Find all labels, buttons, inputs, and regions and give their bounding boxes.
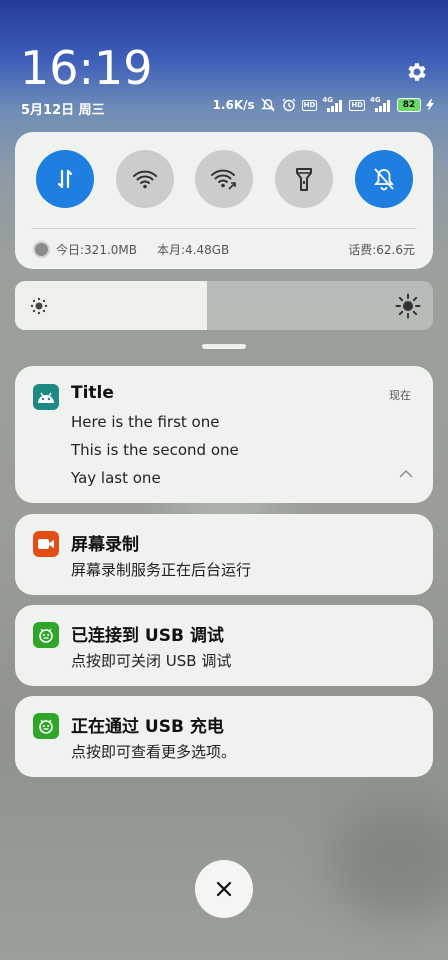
brightness-high-icon	[395, 293, 421, 319]
sim-indicator-icon	[33, 240, 50, 258]
alarm-icon	[282, 98, 296, 112]
notification-line: This is the second one	[71, 441, 239, 459]
notification-line: Yay last one	[71, 469, 161, 487]
battery-level: 82	[397, 98, 421, 112]
wifi-toggle[interactable]	[116, 150, 174, 208]
flashlight-icon	[296, 168, 312, 191]
hd-badge: HD	[349, 99, 365, 111]
brightness-low-icon	[30, 297, 48, 315]
notification-card[interactable]: 已连接到 USB 调试 点按即可关闭 USB 调试	[15, 605, 433, 686]
notification-text: 屏幕录制服务正在后台运行	[71, 561, 252, 579]
phone-balance: 话费:62.6元	[348, 242, 415, 257]
data-transfer-icon	[57, 169, 73, 189]
hd-badge: HD	[301, 99, 318, 111]
brightness-slider[interactable]	[15, 281, 433, 330]
notification-time: 现在	[389, 389, 411, 402]
charging-bolt-icon	[426, 99, 434, 111]
notification-title: 正在通过 USB 充电	[71, 717, 224, 737]
mute-toggle[interactable]	[355, 150, 413, 208]
notification-text: 点按即可关闭 USB 调试	[71, 652, 232, 670]
data-today: 今日:321.0MB	[56, 242, 137, 257]
data-month: 本月:4.48GB	[156, 242, 230, 257]
bell-off-icon	[374, 168, 394, 191]
drag-handle[interactable]	[202, 344, 246, 349]
video-camera-icon	[33, 531, 59, 557]
android-bug-icon	[33, 622, 59, 648]
settings-gear-icon[interactable]	[404, 60, 428, 84]
signal-icon: 4G	[322, 96, 344, 112]
signal-icon: 4G	[370, 96, 392, 112]
android-icon	[33, 384, 59, 410]
notification-card[interactable]: Title 现在 Here is the first one This is t…	[15, 366, 433, 503]
data-usage-row[interactable]: 今日:321.0MB 本月:4.48GB 话费:62.6元	[33, 239, 415, 259]
status-bar: 1.6K/s HD 4G HD 4G 82	[212, 96, 434, 112]
date-label: 5月12日 周三	[21, 103, 105, 118]
android-bug-icon	[33, 713, 59, 739]
wifi-icon	[133, 170, 157, 189]
notification-title: 已连接到 USB 调试	[71, 626, 224, 646]
notification-title: Title	[71, 383, 114, 403]
clear-notifications-button[interactable]	[195, 860, 253, 918]
close-icon	[216, 881, 232, 897]
notification-card[interactable]: 正在通过 USB 充电 点按即可查看更多选项。	[15, 696, 433, 777]
wifi-share-icon	[211, 169, 236, 190]
background-shape	[330, 800, 448, 920]
quick-settings-panel: 今日:321.0MB 本月:4.48GB 话费:62.6元	[15, 132, 433, 269]
wifi-hotspot-toggle[interactable]	[195, 150, 253, 208]
divider	[31, 228, 417, 229]
notification-text: 点按即可查看更多选项。	[71, 743, 237, 761]
network-speed: 1.6K/s	[212, 98, 255, 112]
notification-line: Here is the first one	[71, 413, 220, 431]
notification-card[interactable]: 屏幕录制 屏幕录制服务正在后台运行	[15, 514, 433, 595]
notification-title: 屏幕录制	[71, 535, 139, 555]
battery-icon: 82	[397, 98, 421, 112]
collapse-chevron-icon[interactable]	[399, 469, 413, 479]
flashlight-toggle[interactable]	[275, 150, 333, 208]
mobile-data-toggle[interactable]	[36, 150, 94, 208]
clock: 16:19	[20, 41, 153, 95]
mute-status-icon	[260, 98, 275, 112]
